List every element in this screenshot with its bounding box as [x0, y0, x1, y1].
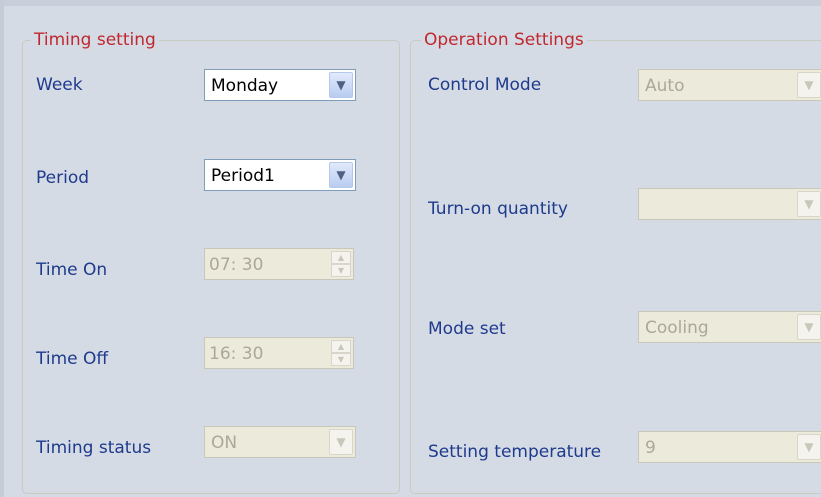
chevron-down-icon[interactable]: ▼ [797, 314, 821, 340]
time-off-value: 16: 30 [209, 344, 264, 364]
operation-settings-group: Operation Settings Control Mode Auto ▼ T… [410, 28, 821, 494]
time-off-spinner[interactable]: 16: 30 ▲ ▼ [204, 337, 354, 369]
chevron-down-icon[interactable]: ▼ [329, 72, 353, 98]
period-label: Period [36, 168, 90, 188]
mode-set-dropdown[interactable]: Cooling ▼ [638, 311, 821, 343]
operation-settings-legend: Operation Settings [421, 28, 587, 52]
spinner-up-icon[interactable]: ▲ [331, 340, 351, 353]
setting-temperature-value: 9 [645, 438, 656, 458]
spinner-up-icon[interactable]: ▲ [331, 251, 351, 264]
turn-on-quantity-label: Turn-on quantity [428, 199, 568, 219]
spinner-down-icon[interactable]: ▼ [331, 264, 351, 277]
mode-set-value: Cooling [645, 318, 709, 338]
timing-setting-legend: Timing setting [31, 28, 159, 52]
timing-status-value: ON [211, 433, 238, 453]
chevron-down-icon[interactable]: ▼ [329, 429, 353, 455]
period-dropdown[interactable]: Period1 ▼ [204, 159, 356, 191]
mode-set-label: Mode set [428, 319, 506, 339]
week-label: Week [36, 75, 83, 95]
time-on-spinner[interactable]: 07: 30 ▲ ▼ [204, 248, 354, 280]
control-mode-value: Auto [645, 76, 685, 96]
setting-temperature-label: Setting temperature [428, 442, 602, 462]
chevron-down-icon[interactable]: ▼ [797, 72, 821, 98]
week-value: Monday [211, 76, 279, 96]
control-mode-dropdown[interactable]: Auto ▼ [638, 69, 821, 101]
turn-on-quantity-dropdown[interactable]: ▼ [638, 188, 821, 220]
week-dropdown[interactable]: Monday ▼ [204, 69, 356, 101]
period-value: Period1 [211, 166, 275, 186]
time-on-label: Time On [36, 260, 108, 280]
time-off-label: Time Off [36, 349, 109, 369]
top-bar [0, 0, 821, 6]
timing-setting-group: Timing setting Week Monday ▼ Period Peri… [22, 28, 400, 494]
time-on-value: 07: 30 [209, 255, 264, 275]
chevron-down-icon[interactable]: ▼ [797, 191, 821, 217]
spinner-down-icon[interactable]: ▼ [331, 353, 351, 366]
chevron-down-icon[interactable]: ▼ [329, 162, 353, 188]
timing-status-label: Timing status [36, 438, 152, 458]
left-edge [0, 0, 4, 497]
timing-status-dropdown[interactable]: ON ▼ [204, 426, 356, 458]
control-mode-label: Control Mode [428, 75, 542, 95]
setting-temperature-dropdown[interactable]: 9 ▼ [638, 431, 821, 463]
chevron-down-icon[interactable]: ▼ [797, 434, 821, 460]
